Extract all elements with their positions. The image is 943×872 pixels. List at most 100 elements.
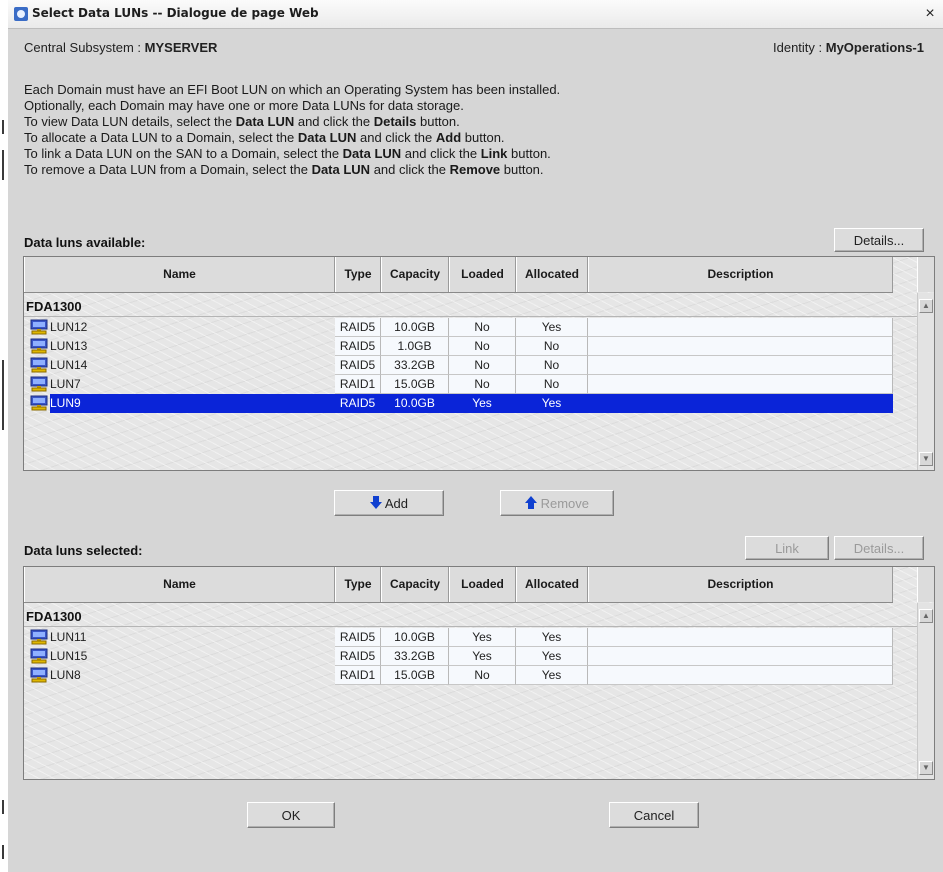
selected-details-button[interactable]: Details... — [834, 536, 924, 560]
ok-button[interactable]: OK — [247, 802, 335, 828]
ie-app-icon — [14, 7, 28, 21]
cell-name: LUN15 — [24, 647, 335, 666]
instruction-keyword: Link — [480, 146, 508, 161]
cell-allocated: Yes — [516, 628, 588, 647]
instruction-line: To allocate a Data LUN to a Domain, sele… — [24, 130, 560, 146]
column-header[interactable]: Description — [588, 567, 893, 602]
link-button[interactable]: Link — [745, 536, 829, 560]
cell-capacity: 33.2GB — [381, 647, 449, 666]
add-button-label: Add — [384, 496, 409, 511]
vertical-scrollbar[interactable]: ▲ ▼ — [917, 603, 934, 779]
instruction-text: Each Domain must have an EFI Boot LUN on… — [24, 82, 561, 97]
lun-name: LUN9 — [50, 396, 81, 410]
cell-description — [588, 647, 893, 666]
instruction-keyword: Data LUN — [297, 130, 357, 145]
cell-name: LUN11 — [24, 628, 335, 647]
instruction-text: To remove a Data LUN from a Domain, sele… — [24, 162, 312, 177]
column-header[interactable]: Allocated — [516, 257, 588, 292]
close-button[interactable]: × — [921, 5, 939, 23]
instruction-line: Each Domain must have an EFI Boot LUN on… — [24, 82, 560, 98]
cell-allocated: Yes — [516, 318, 588, 337]
instruction-text: Optionally, each Domain may have one or … — [24, 98, 464, 113]
cell-capacity: 10.0GB — [381, 318, 449, 337]
table-row[interactable]: LUN15 RAID5 33.2GB Yes Yes — [24, 647, 893, 666]
lun-name: LUN13 — [50, 339, 88, 353]
instruction-text: button. — [500, 162, 544, 177]
cell-type: RAID5 — [335, 628, 381, 647]
instruction-text: and click the — [401, 146, 481, 161]
cell-loaded: No — [449, 356, 516, 375]
cell-allocated: Yes — [516, 647, 588, 666]
table-row[interactable]: LUN13 RAID5 1.0GB No No — [24, 337, 893, 356]
cell-description — [588, 666, 893, 685]
cell-type: RAID1 — [335, 375, 381, 394]
column-header[interactable]: Loaded — [449, 257, 516, 292]
cell-name: LUN14 — [24, 356, 335, 375]
table-row[interactable]: LUN11 RAID5 10.0GB Yes Yes — [24, 628, 893, 647]
storage-lun-icon — [30, 667, 48, 683]
cell-description — [588, 356, 893, 375]
instruction-text: and click the — [356, 130, 436, 145]
cell-allocated: No — [516, 356, 588, 375]
cell-loaded: Yes — [449, 628, 516, 647]
cell-loaded: Yes — [449, 647, 516, 666]
cell-description — [588, 318, 893, 337]
table-row[interactable]: LUN7 RAID1 15.0GB No No — [24, 375, 893, 394]
column-header[interactable]: Name — [24, 567, 335, 602]
column-header[interactable]: Capacity — [381, 257, 449, 292]
cell-loaded: No — [449, 375, 516, 394]
group-divider — [24, 626, 917, 627]
column-header[interactable]: Type — [335, 567, 381, 602]
table-row[interactable]: LUN14 RAID5 33.2GB No No — [24, 356, 893, 375]
scroll-down-arrow-icon[interactable]: ▼ — [919, 761, 933, 775]
lun-name: LUN14 — [50, 358, 88, 372]
lun-name: LUN11 — [50, 630, 87, 644]
storage-lun-icon — [30, 395, 48, 411]
cell-name: LUN8 — [24, 666, 335, 685]
column-header[interactable]: Description — [588, 257, 893, 292]
scroll-down-arrow-icon[interactable]: ▼ — [919, 452, 933, 466]
column-header[interactable]: Name — [24, 257, 335, 292]
group-divider — [24, 316, 917, 317]
column-header[interactable]: Type — [335, 257, 381, 292]
add-button[interactable]: Add — [334, 490, 444, 516]
storage-lun-icon — [30, 338, 48, 354]
remove-button[interactable]: Remove — [500, 490, 614, 516]
cell-loaded: No — [449, 666, 516, 685]
cell-description — [588, 628, 893, 647]
cell-capacity: 15.0GB — [381, 666, 449, 685]
cell-allocated: No — [516, 337, 588, 356]
table-row[interactable]: LUN8 RAID1 15.0GB No Yes — [24, 666, 893, 685]
dialog-window: Select Data LUNs -- Dialogue de page Web… — [8, 0, 943, 872]
scroll-up-arrow-icon[interactable]: ▲ — [919, 609, 933, 623]
vertical-scrollbar[interactable]: ▲ ▼ — [917, 293, 934, 470]
cell-capacity: 10.0GB — [381, 628, 449, 647]
table-row[interactable]: LUN12 RAID5 10.0GB No Yes — [24, 318, 893, 337]
instruction-line: To remove a Data LUN from a Domain, sele… — [24, 162, 560, 178]
column-header[interactable]: Capacity — [381, 567, 449, 602]
column-header[interactable]: Allocated — [516, 567, 588, 602]
storage-lun-icon — [30, 376, 48, 392]
cell-name: LUN12 — [24, 318, 335, 337]
lun-name: LUN15 — [50, 649, 88, 663]
cancel-button[interactable]: Cancel — [609, 802, 699, 828]
group-label: FDA1300 — [26, 609, 82, 624]
available-details-button[interactable]: Details... — [834, 228, 924, 252]
subsystem-info: Central Subsystem : MYSERVER — [24, 40, 217, 55]
identity-value: MyOperations-1 — [825, 40, 924, 55]
remove-button-label: Remove — [540, 496, 590, 511]
instruction-keyword: Data LUN — [342, 146, 402, 161]
scroll-up-arrow-icon[interactable]: ▲ — [919, 299, 933, 313]
identity-info: Identity : MyOperations-1 — [773, 40, 924, 55]
cell-description — [588, 394, 893, 413]
table-row[interactable]: LUN9 RAID5 10.0GB Yes Yes — [24, 394, 893, 413]
instruction-text: and click the — [294, 114, 374, 129]
subsystem-label: Central Subsystem : — [24, 40, 145, 55]
column-header[interactable]: Loaded — [449, 567, 516, 602]
instruction-text: button. — [416, 114, 460, 129]
selected-luns-table: Name Type Capacity Loaded Allocated Descripti… — [23, 566, 935, 780]
cell-loaded: No — [449, 337, 516, 356]
storage-lun-icon — [30, 648, 48, 664]
instruction-line: To view Data LUN details, select the Dat… — [24, 114, 560, 130]
instruction-keyword: Remove — [449, 162, 501, 177]
